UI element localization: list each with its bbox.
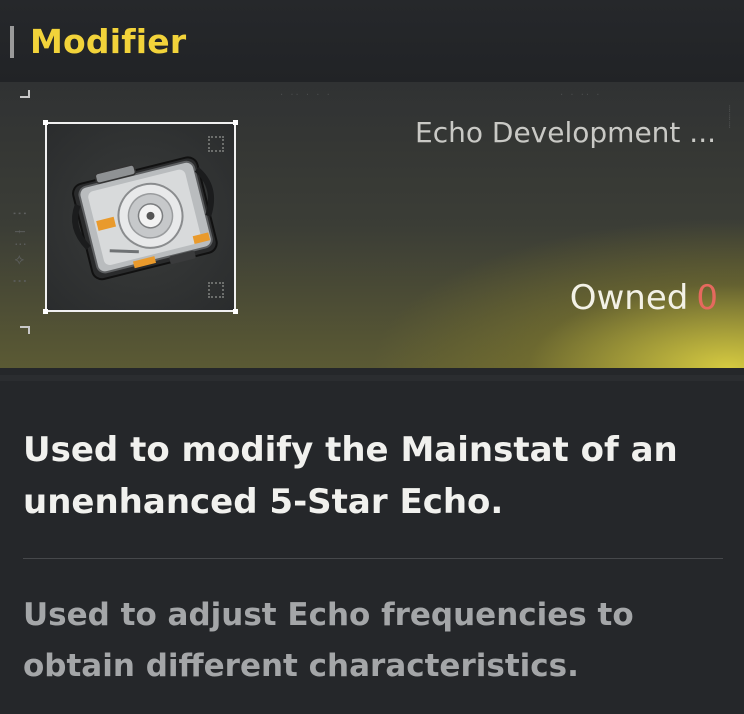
item-effect-description: Used to modify the Mainstat of an unenha… xyxy=(23,430,678,522)
owned-label: Owned xyxy=(569,278,689,318)
owned-count: 0 xyxy=(696,278,718,318)
corner-mark xyxy=(28,90,30,98)
item-hero-banner: · ·· · · · · · ·· · ⁞ ⁞ ⁞ ⋮ ⟊ ⫶ ⟡ ⋮ Echo… xyxy=(0,82,744,368)
decor-glyph-text: ⋮ ⟊ ⫶ ⟡ ⋮ xyxy=(11,206,29,291)
description-divider xyxy=(23,558,723,559)
item-type-label: Echo Development ... xyxy=(415,116,716,149)
hero-shadow-strip xyxy=(0,375,744,381)
decor-dots: · ·· · · · xyxy=(280,90,332,101)
item-icon-frame: ⋮ ⟊ ⫶ ⟡ ⋮ xyxy=(11,120,238,314)
corner-mark xyxy=(28,326,30,334)
echo-modifier-device-icon xyxy=(72,156,218,281)
decor-dots: ⁞ ⁞ ⁞ xyxy=(728,104,734,131)
owned-counter: Owned 0 xyxy=(570,278,718,318)
panel-header: Modifier xyxy=(0,0,744,83)
item-lore-description: Used to adjust Echo frequencies to obtai… xyxy=(23,597,634,684)
item-title: Modifier xyxy=(30,22,187,61)
decor-dots: · · ·· · xyxy=(560,90,602,101)
header-accent-bar xyxy=(10,26,14,58)
